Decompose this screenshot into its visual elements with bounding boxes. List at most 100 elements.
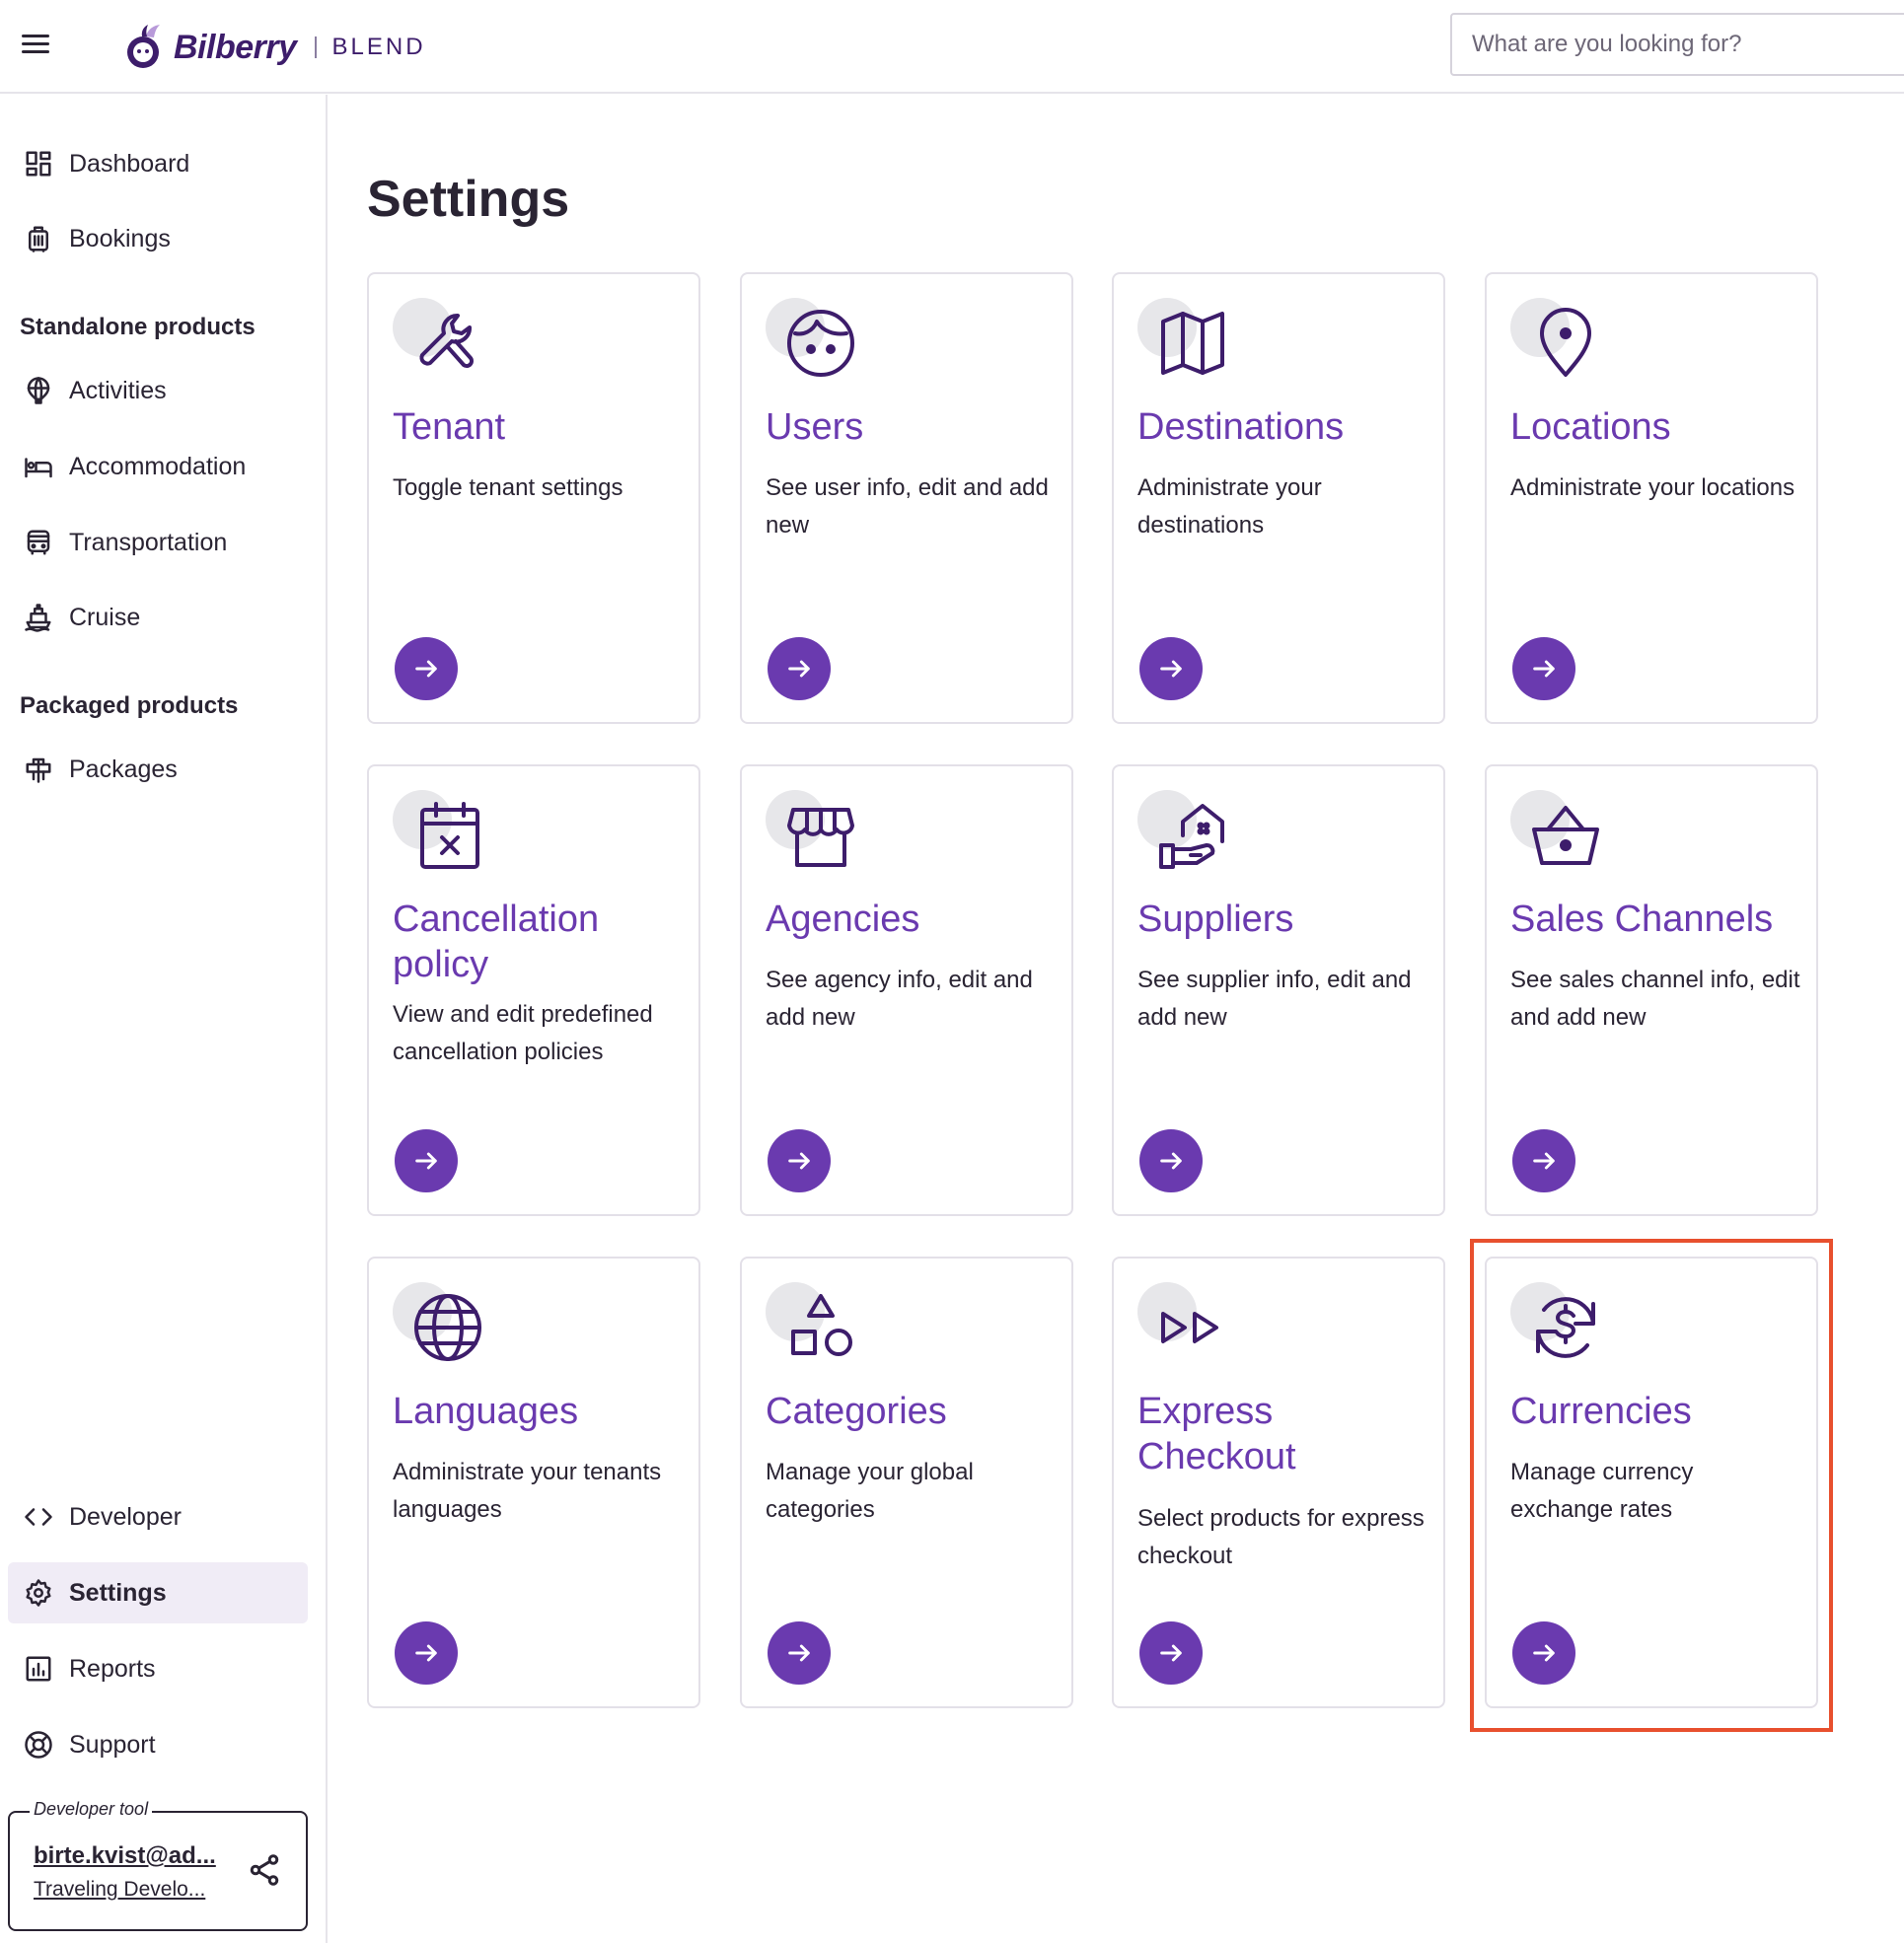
search-input[interactable]: [1450, 13, 1904, 76]
user-email-link[interactable]: birte.kvist@ad...: [34, 1842, 231, 1870]
globe-icon: [393, 1282, 491, 1371]
sidebar-item-label: Settings: [69, 1578, 167, 1607]
card-title: Tenant: [393, 406, 506, 448]
menu-icon[interactable]: [22, 30, 55, 57]
gear-icon: [22, 1576, 55, 1610]
package-icon: [22, 753, 55, 786]
packaged-products-heading: Packaged products: [20, 692, 239, 719]
card-title: Sales Channels: [1510, 899, 1774, 940]
open-cancellation-policy-button[interactable]: [395, 1129, 458, 1192]
card-description: Select products for express checkout: [1137, 1505, 1425, 1569]
sidebar-item-label: Accommodation: [69, 452, 247, 480]
settings-card-categories[interactable]: Categories Manage your global categories: [740, 1257, 1073, 1708]
card-title: Categories: [766, 1391, 947, 1432]
map-icon: [1137, 298, 1236, 387]
sidebar-item-dashboard[interactable]: Dashboard: [8, 133, 308, 194]
open-locations-button[interactable]: [1512, 637, 1575, 700]
card-description: See agency info, edit and add new: [766, 967, 1033, 1031]
logo-divider: [314, 36, 317, 58]
sidebar-item-settings[interactable]: Settings: [8, 1562, 308, 1623]
open-sales-channels-button[interactable]: [1512, 1129, 1575, 1192]
open-destinations-button[interactable]: [1139, 637, 1203, 700]
wrench-icon: [393, 298, 491, 387]
shapes-icon: [766, 1282, 864, 1371]
open-categories-button[interactable]: [768, 1621, 831, 1685]
code-icon: [22, 1500, 55, 1534]
card-description: Administrate your destinations: [1137, 474, 1322, 539]
settings-card-cancellation-policy[interactable]: Cancellation policy View and edit predef…: [367, 764, 700, 1216]
sidebar-item-accommodation[interactable]: Accommodation: [8, 436, 308, 497]
sidebar-item-label: Transportation: [69, 528, 228, 556]
map-pin-icon: [1510, 298, 1609, 387]
card-description: Manage your global categories: [766, 1459, 974, 1523]
card-title: Destinations: [1137, 406, 1345, 448]
card-description: Administrate your tenants languages: [393, 1459, 662, 1523]
sidebar-item-label: Developer: [69, 1502, 182, 1531]
settings-card-users[interactable]: Users See user info, edit and add new: [740, 272, 1073, 724]
product-name: BLEND: [331, 34, 426, 60]
standalone-products-heading: Standalone products: [20, 314, 256, 340]
chart-icon: [22, 1652, 55, 1686]
brand-name: Bilberry: [174, 28, 297, 66]
settings-card-express-checkout[interactable]: Express Checkout Select products for exp…: [1112, 1257, 1445, 1708]
ship-icon: [22, 601, 55, 634]
sidebar-item-label: Bookings: [69, 224, 171, 252]
luggage-icon: [22, 222, 55, 255]
settings-card-sales-channels[interactable]: Sales Channels See sales channel info, e…: [1485, 764, 1818, 1216]
settings-card-agencies[interactable]: Agencies See agency info, edit and add n…: [740, 764, 1073, 1216]
storefront-icon: [766, 790, 864, 879]
sidebar-item-packages[interactable]: Packages: [8, 739, 308, 800]
top-header: Bilberry BLEND: [0, 0, 1904, 94]
card-title: Cancellation policy: [393, 899, 600, 985]
currencies-highlight-box: [1470, 1239, 1833, 1732]
bed-icon: [22, 450, 55, 483]
card-title: Locations: [1510, 406, 1671, 448]
sidebar-item-support[interactable]: Support: [8, 1714, 308, 1775]
card-title: Suppliers: [1137, 899, 1294, 940]
open-languages-button[interactable]: [395, 1621, 458, 1685]
dashboard-icon: [22, 147, 55, 180]
sidebar-item-label: Reports: [69, 1654, 156, 1683]
card-description: See user info, edit and add new: [766, 474, 1049, 539]
sidebar-item-transportation[interactable]: Transportation: [8, 512, 308, 573]
sidebar-item-developer[interactable]: Developer: [8, 1486, 308, 1547]
fast-forward-icon: [1137, 1282, 1236, 1371]
sidebar-item-label: Cruise: [69, 603, 141, 631]
sidebar-item-label: Activities: [69, 376, 167, 404]
open-users-button[interactable]: [768, 637, 831, 700]
settings-card-tenant[interactable]: Tenant Toggle tenant settings: [367, 272, 700, 724]
settings-card-destinations[interactable]: Destinations Administrate your destinati…: [1112, 272, 1445, 724]
open-express-checkout-button[interactable]: [1139, 1621, 1203, 1685]
bilberry-logo-icon: [127, 25, 160, 68]
bus-icon: [22, 526, 55, 559]
card-description: See supplier info, edit and add new: [1137, 967, 1412, 1031]
sidebar-item-label: Support: [69, 1730, 156, 1759]
card-title: Users: [766, 406, 864, 448]
sidebar: Dashboard Bookings Standalone products A…: [0, 95, 328, 1943]
card-description: Toggle tenant settings: [393, 474, 623, 501]
sidebar-item-bookings[interactable]: Bookings: [8, 208, 308, 269]
sidebar-item-label: Dashboard: [69, 149, 190, 178]
open-tenant-button[interactable]: [395, 637, 458, 700]
lifebuoy-icon: [22, 1728, 55, 1762]
hot-air-balloon-icon: [22, 374, 55, 407]
calendar-x-icon: [393, 790, 491, 879]
card-title: Agencies: [766, 899, 920, 940]
card-description: View and edit predefined cancellation po…: [393, 1001, 653, 1065]
face-icon: [766, 298, 864, 387]
basket-icon: [1510, 790, 1609, 879]
developer-tool-legend: Developer tool: [30, 1799, 153, 1820]
settings-card-locations[interactable]: Locations Administrate your locations: [1485, 272, 1818, 724]
card-description: See sales channel info, edit and add new: [1510, 967, 1800, 1031]
brand-logo[interactable]: Bilberry BLEND: [124, 18, 426, 77]
card-description: Administrate your locations: [1510, 474, 1795, 501]
sidebar-item-cruise[interactable]: Cruise: [8, 587, 308, 648]
open-suppliers-button[interactable]: [1139, 1129, 1203, 1192]
settings-card-languages[interactable]: Languages Administrate your tenants lang…: [367, 1257, 700, 1708]
share-icon[interactable]: [247, 1852, 282, 1888]
open-agencies-button[interactable]: [768, 1129, 831, 1192]
sidebar-item-activities[interactable]: Activities: [8, 360, 308, 421]
settings-card-suppliers[interactable]: Suppliers See supplier info, edit and ad…: [1112, 764, 1445, 1216]
sidebar-item-reports[interactable]: Reports: [8, 1638, 308, 1699]
organization-link[interactable]: Traveling Develo...: [34, 1878, 231, 1902]
